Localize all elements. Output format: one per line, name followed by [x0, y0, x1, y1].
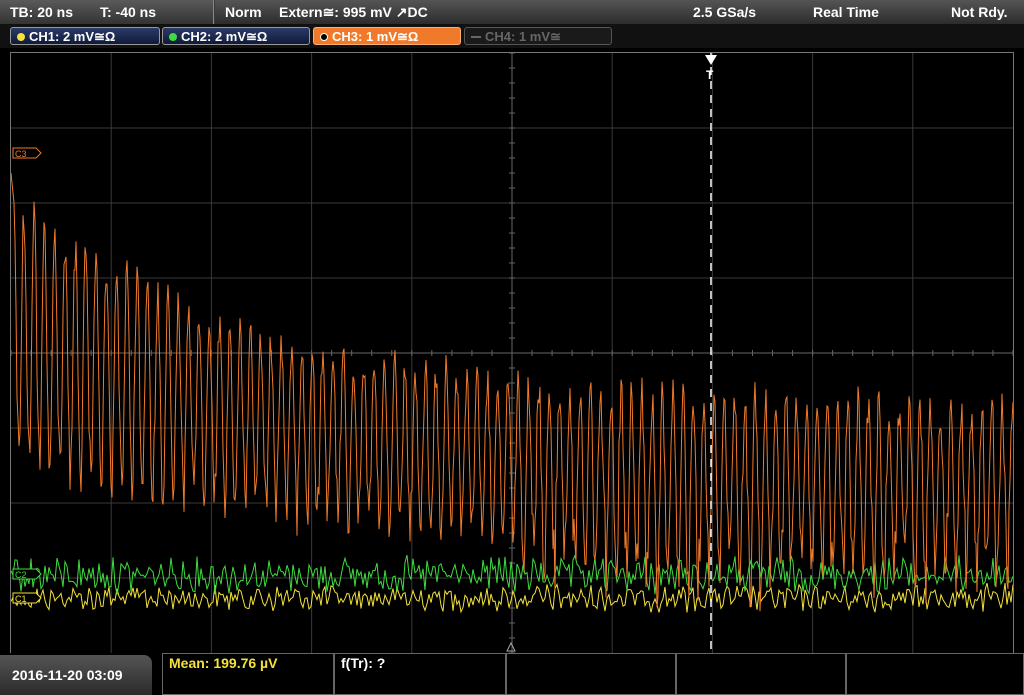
- measurement-slot-4[interactable]: [676, 653, 846, 695]
- measurement-freq[interactable]: f(Tr): ?: [334, 653, 506, 695]
- measurement-slot-3[interactable]: [506, 653, 676, 695]
- trigger-arrow-icon[interactable]: [705, 55, 717, 65]
- ch2-dot-icon: [169, 33, 177, 41]
- ch1-marker-label: C1: [15, 594, 27, 604]
- trigger-mode[interactable]: Norm: [225, 4, 262, 20]
- channel-3-label: CH3: 1 mV≅Ω: [332, 29, 419, 44]
- trigger-source[interactable]: Extern≅: 995 mV ↗DC: [279, 4, 428, 21]
- datetime-box[interactable]: 2016-11-20 03:09: [0, 655, 152, 695]
- measurement-slot-5[interactable]: [846, 653, 1024, 695]
- top-bar: TB: 20 ns T: -40 ns Norm Extern≅: 995 mV…: [0, 0, 1024, 24]
- ch4-off-icon: [471, 36, 481, 38]
- ch2-marker-label: C2: [15, 570, 27, 580]
- ch3-offset-marker[interactable]: C3: [12, 147, 42, 159]
- ch1-dot-icon: [17, 33, 25, 41]
- ch1-offset-marker[interactable]: C1: [12, 592, 42, 604]
- mean-label: Mean: 199.76 µV: [169, 655, 278, 671]
- waveform-display[interactable]: T C3 C2 C1: [10, 52, 1014, 654]
- channel-4-label: CH4: 1 mV≅: [485, 29, 561, 44]
- sample-rate: 2.5 GSa/s: [693, 4, 757, 20]
- ch3-dot-icon: [320, 33, 328, 41]
- channel-2-label: CH2: 2 mV≅Ω: [181, 29, 268, 44]
- trigger-marker-label: T: [706, 68, 714, 82]
- measurement-mean[interactable]: Mean: 199.76 µV: [162, 653, 334, 695]
- channel-2-tab[interactable]: CH2: 2 mV≅Ω: [162, 27, 310, 45]
- timebase-box[interactable]: TB: 20 ns T: -40 ns: [0, 0, 214, 24]
- channel-1-label: CH1: 2 mV≅Ω: [29, 29, 116, 44]
- waveform-plot[interactable]: T C3 C2 C1: [10, 52, 1014, 654]
- ch2-offset-marker[interactable]: C2: [12, 568, 42, 580]
- trigger-time-label: T: -40 ns: [100, 4, 157, 20]
- channel-4-tab[interactable]: CH4: 1 mV≅: [464, 27, 612, 45]
- status-bar: Norm Extern≅: 995 mV ↗DC 2.5 GSa/s Real …: [215, 0, 1024, 24]
- acquisition-mode: Real Time: [813, 4, 879, 20]
- freq-label: f(Tr): ?: [341, 655, 386, 671]
- channel-1-tab[interactable]: CH1: 2 mV≅Ω: [10, 27, 160, 45]
- channel-3-tab[interactable]: CH3: 1 mV≅Ω: [313, 27, 461, 45]
- ch3-marker-label: C3: [15, 149, 27, 159]
- center-trigger-arrow-icon: [506, 641, 516, 652]
- datetime-label: 2016-11-20 03:09: [12, 667, 123, 683]
- acquisition-state: Not Rdy.: [951, 4, 1008, 20]
- timebase-label: TB: 20 ns: [10, 4, 74, 20]
- channel-bar: CH1: 2 mV≅Ω CH2: 2 mV≅Ω CH3: 1 mV≅Ω CH4:…: [0, 24, 1024, 48]
